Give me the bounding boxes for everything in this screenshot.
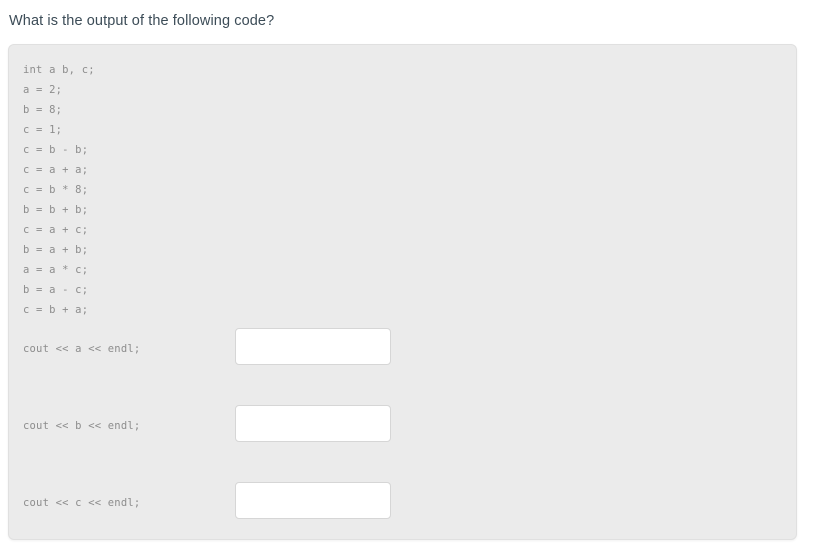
cout-statement-a: cout << a << endl;	[23, 343, 141, 355]
output-row-c: cout << c << endl;	[9, 465, 796, 539]
code-line: b = a - c;	[23, 284, 89, 296]
code-line: c = b * 8;	[23, 184, 89, 196]
answer-input-a[interactable]	[235, 328, 391, 365]
code-line: a = a * c;	[23, 264, 89, 276]
code-line: c = a + c;	[23, 224, 89, 236]
code-line: c = a + a;	[23, 164, 89, 176]
cout-statement-b: cout << b << endl;	[23, 420, 141, 432]
answer-input-b[interactable]	[235, 405, 391, 442]
code-line: c = 1;	[23, 124, 63, 136]
code-block: int a b, c; a = 2; b = 8; c = 1; c = b -…	[23, 60, 423, 320]
code-line: a = 2;	[23, 84, 63, 96]
code-line: b = 8;	[23, 104, 63, 116]
code-panel: int a b, c; a = 2; b = 8; c = 1; c = b -…	[8, 44, 797, 540]
output-row-b: cout << b << endl;	[9, 388, 796, 465]
cout-statement-c: cout << c << endl;	[23, 497, 141, 509]
output-rows: cout << a << endl; cout << b << endl; co…	[9, 311, 796, 539]
answer-input-c[interactable]	[235, 482, 391, 519]
code-line: b = b + b;	[23, 204, 89, 216]
code-line: b = a + b;	[23, 244, 89, 256]
code-line: int a b, c;	[23, 64, 95, 76]
question-heading: What is the output of the following code…	[9, 13, 275, 29]
code-line: c = b - b;	[23, 144, 89, 156]
output-row-a: cout << a << endl;	[9, 311, 796, 388]
